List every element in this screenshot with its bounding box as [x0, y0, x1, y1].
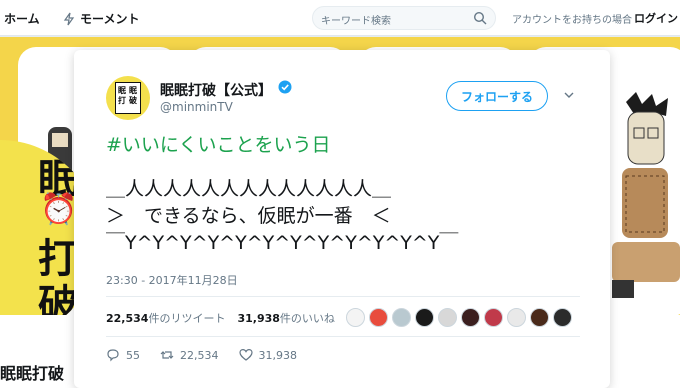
tweet-text: ＿人人人人人人人人人人人人人＿ ＞ できるなら、仮眠が一番 ＜ ￣Y^Y^Y^Y^Y…	[106, 176, 458, 257]
verified-badge-icon	[278, 80, 292, 94]
tweet-avatar[interactable]: 眠 眠 打 破	[106, 76, 150, 120]
tweet-timestamp[interactable]: 23:30 - 2017年11月28日	[106, 272, 238, 288]
tweet-screen-name[interactable]: @minminTV	[160, 100, 233, 114]
top-nav: ホーム モーメント キーワード検索 アカウントをお持ちの場合 ログイン	[0, 0, 680, 36]
lightning-icon	[63, 12, 75, 25]
tweet-display-name[interactable]: 眠眠打破【公式】	[160, 80, 272, 100]
like-stat[interactable]: 31,938件のいいね	[237, 310, 334, 326]
like-stat-count: 31,938	[237, 312, 280, 325]
banner-figure-right	[612, 92, 680, 298]
avatar-clock-icon: ⏰	[40, 192, 78, 227]
liker-avatar[interactable]	[530, 308, 549, 327]
tweet-modal: 眠 眠 打 破 眠眠打破【公式】 @minminTV フォローする #いいにくい…	[74, 50, 610, 388]
like-action-count: 31,938	[258, 348, 298, 362]
tweet-text-line: ＿人人人人人人人人人人人人人＿	[106, 178, 392, 200]
retweet-stat[interactable]: 22,534件のリツイート	[106, 310, 225, 326]
retweet-stat-label: 件のリツイート	[148, 312, 226, 325]
nav-home-link[interactable]: ホーム	[4, 10, 40, 27]
follow-button[interactable]: フォローする	[446, 81, 548, 111]
liker-avatar[interactable]	[392, 308, 411, 327]
liker-avatar[interactable]	[346, 308, 365, 327]
nav-moments-link[interactable]: モーメント	[62, 10, 140, 27]
divider	[106, 296, 580, 297]
like-button[interactable]: 31,938	[238, 348, 298, 362]
nav-moments-label: モーメント	[80, 12, 140, 26]
tweet-hashtag[interactable]: #いいにくいことをいう日	[106, 130, 331, 157]
liker-avatars	[346, 308, 572, 327]
tweet-actions: 55 22,534 31,938	[106, 348, 317, 362]
heart-icon	[238, 348, 253, 361]
search-icon[interactable]	[473, 11, 487, 25]
liker-avatar[interactable]	[507, 308, 526, 327]
liker-avatar[interactable]	[438, 308, 457, 327]
reply-icon	[107, 349, 119, 362]
tweet-text-line: ￣Y^Y^Y^Y^Y^Y^Y^Y^Y^Y^Y^Y￣	[106, 232, 459, 254]
search-placeholder: キーワード検索	[321, 16, 391, 27]
chevron-down-icon[interactable]	[562, 88, 576, 102]
reply-count: 55	[126, 348, 140, 362]
liker-avatar[interactable]	[461, 308, 480, 327]
reply-button[interactable]: 55	[106, 348, 140, 362]
like-stat-label: 件のいいね	[279, 312, 335, 325]
tweet-text-line: ＞ できるなら、仮眠が一番 ＜	[106, 205, 391, 227]
liker-avatar[interactable]	[415, 308, 434, 327]
retweet-action-count: 22,534	[180, 348, 219, 362]
divider	[106, 336, 580, 337]
liker-avatar[interactable]	[484, 308, 503, 327]
tweet-stats: 22,534件のリツイート 31,938件のいいね	[106, 308, 335, 328]
retweet-button[interactable]: 22,534	[160, 348, 219, 362]
liker-avatar[interactable]	[369, 308, 388, 327]
retweet-stat-count: 22,534	[106, 312, 149, 325]
login-link[interactable]: ログイン	[634, 10, 678, 26]
retweet-icon	[160, 351, 174, 359]
search-input[interactable]: キーワード検索	[312, 6, 496, 30]
liker-avatar[interactable]	[553, 308, 572, 327]
avatar-logo: 眠 眠 打 破	[115, 82, 141, 114]
account-prompt: アカウントをお持ちの場合	[512, 15, 632, 26]
